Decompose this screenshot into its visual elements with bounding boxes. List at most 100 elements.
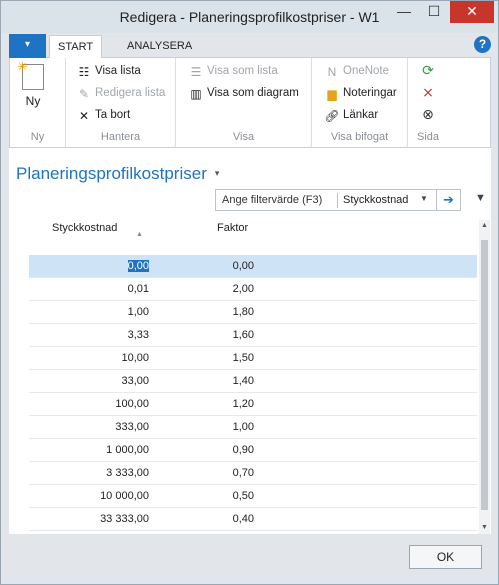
cost-cell[interactable]: 1,00 [29, 306, 149, 318]
cost-cell[interactable]: 1 000,00 [29, 444, 149, 456]
chart-icon: ▥ [190, 87, 202, 101]
new-button-label: Ny [25, 94, 41, 108]
table-row[interactable]: 100,00 1,20 [29, 393, 477, 416]
factor-cell[interactable]: 1,20 [169, 398, 254, 410]
onenote-label: OneNote [343, 65, 390, 77]
column-header-styckkostnad[interactable]: Styckkostnad [52, 222, 117, 234]
group-label-hantera: Hantera [100, 131, 141, 143]
list-view-icon: ☷ [78, 65, 90, 79]
dialog-window: Redigera - Planeringsprofilkostpriser - … [0, 0, 499, 585]
cost-cell[interactable]: 33,00 [29, 375, 149, 387]
scroll-up-icon[interactable]: ▲ [479, 220, 490, 232]
page-title[interactable]: Planeringsprofilkostpriser ▾ [16, 164, 219, 184]
close-button[interactable]: ✕ [450, 1, 494, 23]
filter-field-select[interactable]: Styckkostnad [343, 194, 408, 206]
maximize-button[interactable]: ☐ [420, 1, 448, 23]
new-button[interactable]: ✳ Ny [16, 59, 50, 108]
help-icon[interactable]: ? [474, 36, 491, 53]
visa-lista-label: Visa lista [95, 65, 141, 77]
ribbon-tabs: ▾ START ANALYSERA ? [9, 34, 491, 59]
ta-bort-label: Ta bort [95, 109, 131, 121]
group-label-visa: Visa [232, 131, 255, 143]
ok-button[interactable]: OK [409, 545, 482, 569]
title-bar: Redigera - Planeringsprofilkostpriser - … [1, 1, 498, 33]
factor-cell[interactable]: 0,00 [169, 260, 254, 272]
table-row[interactable]: 1 000,00 0,90 [29, 439, 477, 462]
cost-cell[interactable]: 10,00 [29, 352, 149, 364]
delete-icon: ✕ [78, 109, 90, 123]
cost-cell[interactable]: 3 333,00 [29, 467, 149, 479]
vertical-scrollbar[interactable]: ▲ ▼ [479, 220, 490, 534]
group-visa: ☰ Visa som lista ▥ Visa som diagram Visa [176, 58, 312, 148]
noteringar-button[interactable]: ▆ Noteringar [324, 84, 396, 102]
cost-cell[interactable]: 10 000,00 [29, 490, 149, 502]
onenote-icon: N [327, 65, 337, 79]
group-sida: ⟳ ⨯ ⊗ Sida [408, 58, 448, 148]
table-row[interactable]: 33 333,00 0,40 [29, 508, 477, 531]
visa-lista-button[interactable]: ☷ Visa lista [76, 62, 141, 80]
title-caret-icon: ▾ [214, 168, 220, 178]
visa-som-lista-button[interactable]: ☰ Visa som lista [188, 62, 278, 80]
refresh-icon[interactable]: ⟳ [408, 62, 448, 79]
tab-analysera[interactable]: ANALYSERA [119, 35, 200, 59]
onenote-button[interactable]: N OneNote [324, 62, 389, 80]
group-ny: ✳ Ny Ny [10, 58, 66, 148]
note-icon: ▆ [327, 87, 337, 101]
factor-cell[interactable]: 1,50 [169, 352, 254, 364]
scroll-down-icon[interactable]: ▼ [479, 522, 490, 534]
factor-cell[interactable]: 1,40 [169, 375, 254, 387]
content-area: Planeringsprofilkostpriser ▾ Ange filterv… [9, 148, 491, 534]
factor-cell[interactable]: 1,80 [169, 306, 254, 318]
table-row[interactable]: 333,00 1,00 [29, 416, 477, 439]
filter-divider [337, 193, 338, 208]
table-row[interactable]: 10 000,00 0,50 [29, 485, 477, 508]
lankar-button[interactable]: 🔗︎ Länkar [324, 106, 378, 124]
expand-chevron-icon[interactable]: ▼ [475, 192, 486, 204]
scroll-thumb[interactable] [481, 240, 488, 510]
new-document-icon: ✳ [17, 59, 44, 90]
redigera-lista-button[interactable]: ✎ Redigera lista [76, 84, 165, 102]
cost-cell[interactable]: 100,00 [29, 398, 149, 410]
table-body: 0,00 0,00 0,01 2,00 1,00 1,80 3,33 1,60 … [29, 255, 477, 531]
tab-start[interactable]: START [49, 35, 103, 59]
group-hantera: ☷ Visa lista ✎ Redigera lista ✕ Ta bort Han… [66, 58, 176, 148]
filter-input[interactable]: Ange filtervärde (F3) [222, 194, 322, 206]
cost-cell[interactable]: 33 333,00 [29, 513, 149, 525]
table-row[interactable]: 0,00 0,00 [29, 255, 477, 278]
page-title-text: Planeringsprofilkostpriser [16, 164, 207, 183]
table-row[interactable]: 1,00 1,80 [29, 301, 477, 324]
cost-cell[interactable]: 0,01 [29, 283, 149, 295]
cost-cell[interactable]: 333,00 [29, 421, 149, 433]
table-row[interactable]: 0,01 2,00 [29, 278, 477, 301]
group-visa-bifogat: N OneNote ▆ Noteringar 🔗︎ Länkar Visa bifog… [312, 58, 408, 148]
visa-som-lista-label: Visa som lista [207, 65, 278, 77]
group-label-sida: Sida [416, 131, 440, 143]
table-row[interactable]: 3,33 1,60 [29, 324, 477, 347]
lankar-label: Länkar [343, 109, 379, 121]
factor-cell[interactable]: 2,00 [169, 283, 254, 295]
clear-filter-icon[interactable]: ⨯ [408, 84, 448, 101]
app-menu-button[interactable]: ▾ [9, 34, 46, 58]
factor-cell[interactable]: 0,70 [169, 467, 254, 479]
cost-cell[interactable]: 3,33 [29, 329, 149, 341]
filter-dropdown-icon[interactable]: ▼ [420, 194, 428, 203]
filter-apply-icon[interactable]: ➔ [436, 190, 460, 210]
cost-cell[interactable]: 0,00 [29, 260, 149, 272]
table-row[interactable]: 10,00 1,50 [29, 347, 477, 370]
table-row[interactable]: 3 333,00 0,70 [29, 462, 477, 485]
factor-cell[interactable]: 0,50 [169, 490, 254, 502]
ta-bort-button[interactable]: ✕ Ta bort [76, 106, 130, 124]
visa-som-diagram-label: Visa som diagram [207, 87, 299, 99]
factor-cell[interactable]: 1,00 [169, 421, 254, 433]
column-header-faktor[interactable]: Faktor [217, 222, 248, 234]
link-icon: 🔗︎ [324, 109, 340, 123]
factor-cell[interactable]: 0,40 [169, 513, 254, 525]
factor-cell[interactable]: 1,60 [169, 329, 254, 341]
find-icon[interactable]: ⊗ [408, 106, 448, 123]
list-icon: ☰ [190, 65, 202, 79]
factor-cell[interactable]: 0,90 [169, 444, 254, 456]
minimize-button[interactable]: — [390, 1, 418, 23]
visa-som-diagram-button[interactable]: ▥ Visa som diagram [188, 84, 299, 102]
table-row[interactable]: 33,00 1,40 [29, 370, 477, 393]
group-label-ny: Ny [30, 131, 45, 143]
